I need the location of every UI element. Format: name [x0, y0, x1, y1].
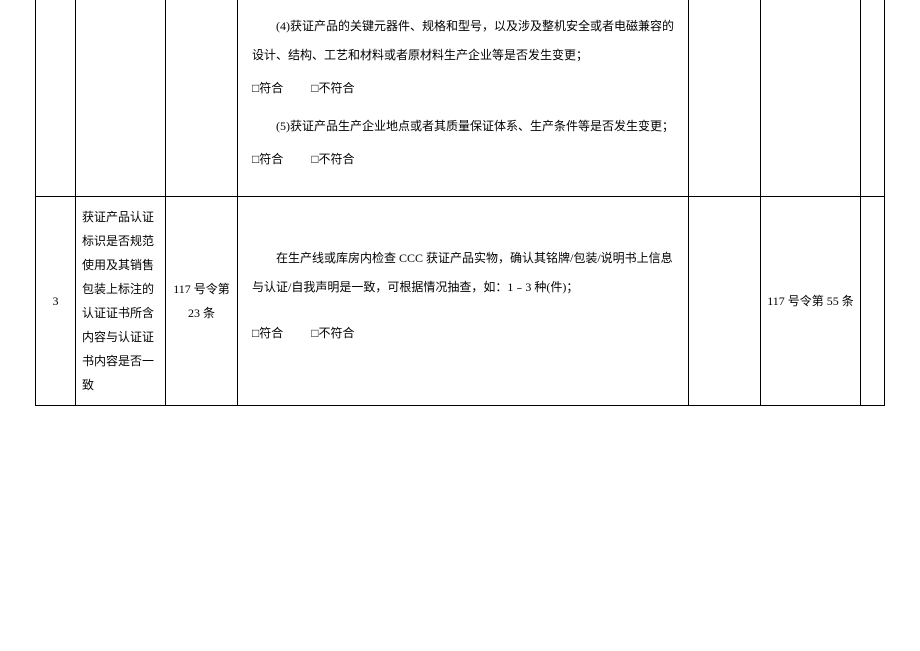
table-row: 3 获证产品认证标识是否规范使用及其销售包装上标注的认证证书所含内容与认证证书内… [36, 196, 885, 405]
check-not-conform: □不符合 [311, 152, 354, 166]
cell-content: 在生产线或库房内检查 CCC 获证产品实物，确认其铭牌/包装/说明书上信息与认证… [238, 196, 689, 405]
cell-penalty [761, 0, 861, 196]
check-not-conform: □不符合 [311, 81, 354, 95]
cell-title: 获证产品认证标识是否规范使用及其销售包装上标注的认证证书所含内容与认证证书内容是… [76, 196, 166, 405]
content-p1: 在生产线或库房内检查 CCC 获证产品实物，确认其铭牌/包装/说明书上信息与认证… [252, 244, 674, 302]
cell-penalty: 117 号令第 55 条 [761, 196, 861, 405]
table-row: (4)获证产品的关键元器件、规格和型号，以及涉及整机安全或者电磁兼容的设计、结构… [36, 0, 885, 196]
check-line: □符合 □不符合 [252, 145, 674, 174]
cell-content: (4)获证产品的关键元器件、规格和型号，以及涉及整机安全或者电磁兼容的设计、结构… [238, 0, 689, 196]
cell-num: 3 [36, 196, 76, 405]
cell-title [76, 0, 166, 196]
check-line: □符合 □不符合 [252, 319, 674, 348]
page-container: (4)获证产品的关键元器件、规格和型号，以及涉及整机安全或者电磁兼容的设计、结构… [0, 0, 920, 406]
cell-basis: 117 号令第 23 条 [166, 196, 238, 405]
cell-empty [689, 0, 761, 196]
check-line: □符合 □不符合 [252, 74, 674, 103]
check-conform: □符合 [252, 326, 283, 340]
check-conform: □符合 [252, 81, 283, 95]
cell-last [861, 196, 885, 405]
regulation-table: (4)获证产品的关键元器件、规格和型号，以及涉及整机安全或者电磁兼容的设计、结构… [35, 0, 885, 406]
cell-empty [689, 196, 761, 405]
content-item-4: (4)获证产品的关键元器件、规格和型号，以及涉及整机安全或者电磁兼容的设计、结构… [252, 12, 674, 70]
check-not-conform: □不符合 [311, 326, 354, 340]
content-item-5: (5)获证产品生产企业地点或者其质量保证体系、生产条件等是否发生变更； [252, 112, 674, 141]
cell-basis [166, 0, 238, 196]
cell-last [861, 0, 885, 196]
check-conform: □符合 [252, 152, 283, 166]
cell-num [36, 0, 76, 196]
